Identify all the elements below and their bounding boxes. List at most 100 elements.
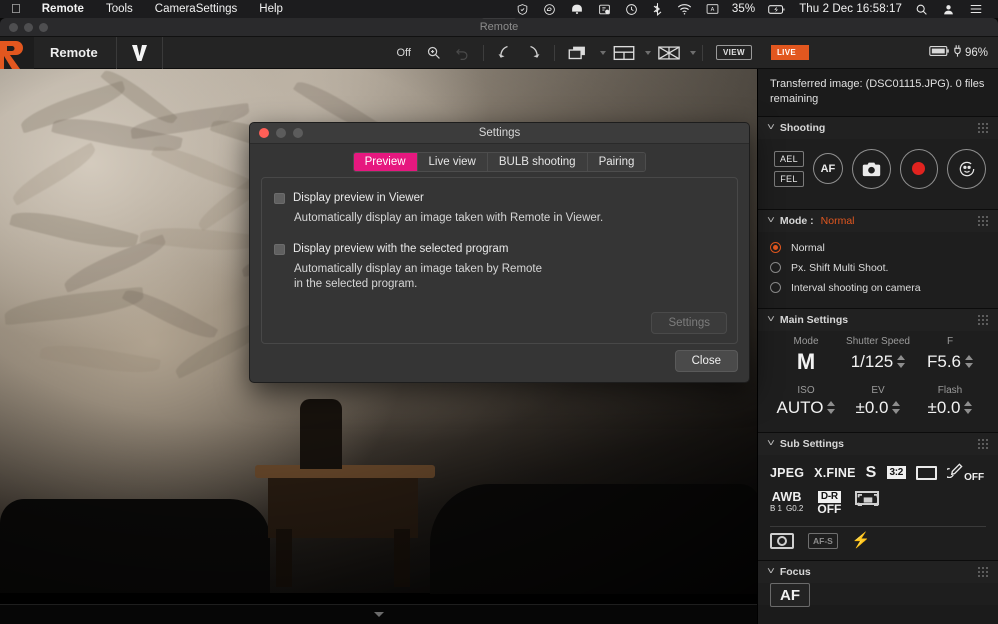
menu-item-remote[interactable]: Remote xyxy=(31,0,95,18)
window-title-bar[interactable]: Remote xyxy=(0,18,998,37)
aspect-ratio-value[interactable]: 3:2 xyxy=(887,466,907,479)
battery-charging-icon[interactable] xyxy=(761,4,793,15)
mode-field-value[interactable]: M xyxy=(770,348,842,381)
section-mode-header[interactable]: ˅ Mode : Normal xyxy=(758,210,998,232)
aperture-stepper[interactable] xyxy=(965,355,973,368)
aperture-field[interactable]: F5.6 xyxy=(914,348,986,381)
menu-item-help[interactable]: Help xyxy=(248,0,294,18)
chevron-down-icon-viewer[interactable] xyxy=(374,612,384,617)
drag-handle-sub-settings[interactable] xyxy=(978,439,988,449)
viewer-toggle-icon[interactable] xyxy=(117,37,163,69)
metering-mode-icon[interactable] xyxy=(770,533,794,549)
drag-handle-shooting[interactable] xyxy=(978,123,988,133)
shutter-speed-field[interactable]: 1/125 xyxy=(842,348,914,381)
record-button[interactable] xyxy=(900,149,939,189)
radio-icon-interval[interactable] xyxy=(770,282,781,293)
tab-preview[interactable]: Preview xyxy=(354,153,418,171)
menu-bar-datetime[interactable]: Thu 2 Dec 16:58:17 xyxy=(793,3,908,15)
chevron-down-icon-mode[interactable]: ˅ xyxy=(767,215,775,226)
drag-handle-focus[interactable] xyxy=(978,567,988,577)
shutter-button[interactable] xyxy=(852,149,891,189)
af-mode-button[interactable]: AF-S xyxy=(808,533,838,549)
radio-icon-normal[interactable] xyxy=(770,242,781,253)
option-display-preview-with-program[interactable]: Display preview with the selected progra… xyxy=(274,243,725,255)
quality-value[interactable]: X.FINE xyxy=(814,466,855,480)
section-focus-header[interactable]: ˅ Focus xyxy=(758,561,998,583)
bluetooth-icon[interactable] xyxy=(645,2,670,16)
radio-icon-pixel-shift[interactable] xyxy=(770,262,781,273)
iso-stepper[interactable] xyxy=(827,401,835,414)
time-machine-icon[interactable] xyxy=(618,3,645,16)
menu-item-tools[interactable]: Tools xyxy=(95,0,144,18)
close-button[interactable] xyxy=(9,23,18,32)
chevron-down-icon-sub-settings[interactable]: ˅ xyxy=(767,438,775,449)
ael-button[interactable]: AEL xyxy=(774,151,804,167)
zoom-in-icon[interactable] xyxy=(419,37,448,69)
section-sub-settings-header[interactable]: ˅ Sub Settings xyxy=(758,433,998,455)
drag-handle-main-settings[interactable] xyxy=(978,315,988,325)
split-layout-icon[interactable] xyxy=(606,37,642,69)
maximize-button[interactable] xyxy=(39,23,48,32)
apple-icon[interactable]:  xyxy=(9,0,31,18)
shield-icon[interactable] xyxy=(509,3,536,16)
cascade-windows-icon[interactable] xyxy=(561,37,597,69)
minimize-button[interactable] xyxy=(24,23,33,32)
dynamic-range-group[interactable]: D-R OFF xyxy=(817,491,841,516)
ev-stepper[interactable] xyxy=(892,401,900,414)
mode-option-pixel-shift[interactable]: Px. Shift Multi Shoot. xyxy=(770,258,986,278)
tab-pairing[interactable]: Pairing xyxy=(588,153,646,171)
image-size-value[interactable]: S xyxy=(866,464,877,482)
rotate-right-icon[interactable] xyxy=(519,37,548,69)
checkbox-display-preview-with-program[interactable] xyxy=(274,244,285,255)
chevron-down-icon-grid[interactable] xyxy=(690,51,696,55)
window-resize-nub[interactable] xyxy=(482,18,516,19)
screen-record-icon[interactable] xyxy=(591,3,618,16)
focus-area-icon[interactable] xyxy=(855,491,879,505)
iso-field[interactable]: AUTO xyxy=(770,397,842,424)
menu-item-camerasettings[interactable]: CameraSettings xyxy=(144,0,248,18)
file-format-value[interactable]: JPEG xyxy=(770,466,804,480)
dialog-title-bar[interactable]: Settings xyxy=(250,123,749,144)
section-main-settings-header[interactable]: ˅ Main Settings xyxy=(758,309,998,331)
checkbox-display-preview-in-viewer[interactable] xyxy=(274,193,285,204)
chevron-down-icon-focus[interactable]: ˅ xyxy=(767,566,775,577)
tab-bulb-shooting[interactable]: BULB shooting xyxy=(488,153,588,171)
bulb-timer-button[interactable] xyxy=(947,149,986,189)
overlay-off-label[interactable]: Off xyxy=(388,47,418,59)
af-button[interactable]: AF xyxy=(813,153,843,184)
chevron-down-icon-main-settings[interactable]: ˅ xyxy=(767,314,775,325)
mode-option-normal[interactable]: Normal xyxy=(770,238,986,258)
grid-overlay-icon[interactable] xyxy=(651,37,687,69)
drag-handle-mode[interactable] xyxy=(978,216,988,226)
focus-af-button[interactable]: AF xyxy=(770,583,810,607)
flash-stepper[interactable] xyxy=(964,401,972,414)
image-size-icon[interactable] xyxy=(916,466,937,480)
ev-field[interactable]: ±0.0 xyxy=(842,397,914,424)
dialog-close-action-button[interactable]: Close xyxy=(675,350,738,372)
creative-style-group[interactable]: OFF xyxy=(947,463,984,483)
rotate-left-icon[interactable] xyxy=(490,37,519,69)
remote-r-logo-icon[interactable] xyxy=(0,37,34,69)
section-shooting-header[interactable]: ˅ Shooting xyxy=(758,117,998,139)
tab-live-view[interactable]: Live view xyxy=(418,153,488,171)
input-source-icon[interactable]: A xyxy=(699,3,726,15)
live-indicator[interactable]: LIVE xyxy=(771,45,809,60)
search-icon[interactable] xyxy=(908,3,935,16)
viewer-bottom-bar[interactable] xyxy=(0,604,757,624)
chevron-down-icon-shooting[interactable]: ˅ xyxy=(767,122,775,133)
control-center-icon[interactable] xyxy=(962,3,990,15)
view-button[interactable]: VIEW xyxy=(709,37,759,69)
settings-dialog[interactable]: Settings Preview Live view BULB shooting… xyxy=(249,122,750,383)
white-balance-group[interactable]: AWB B 1 G0.2 xyxy=(770,491,803,514)
display-icon[interactable] xyxy=(563,3,591,16)
window-traffic-lights[interactable] xyxy=(0,23,48,32)
flash-field[interactable]: ±0.0 xyxy=(914,397,986,424)
option-display-preview-in-viewer[interactable]: Display preview in Viewer xyxy=(274,192,725,204)
fel-button[interactable]: FEL xyxy=(774,171,804,187)
user-icon[interactable] xyxy=(935,3,962,16)
creative-cloud-icon[interactable] xyxy=(536,3,563,16)
flash-icon[interactable]: ⚡ xyxy=(852,533,871,548)
mode-option-interval[interactable]: Interval shooting on camera xyxy=(770,278,986,298)
shutter-speed-stepper[interactable] xyxy=(897,355,905,368)
wifi-icon[interactable] xyxy=(670,3,699,15)
